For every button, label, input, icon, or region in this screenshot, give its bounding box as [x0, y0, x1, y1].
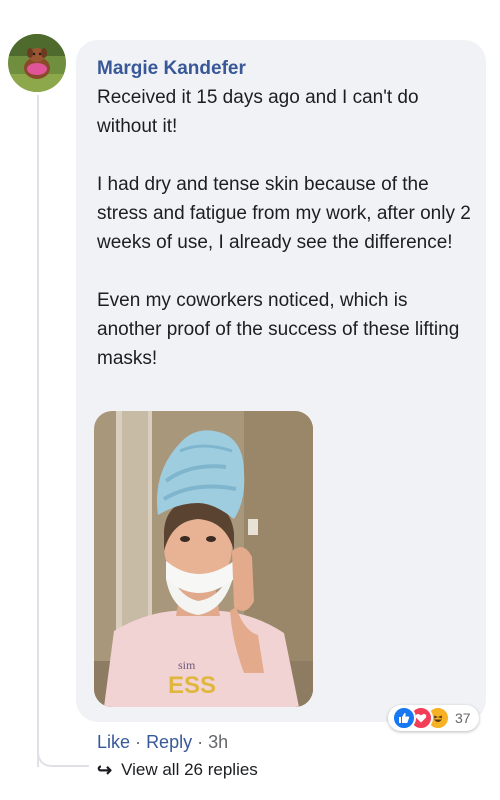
comment-photo[interactable]: sim ESS — [94, 411, 313, 707]
reply-button[interactable]: Reply — [146, 732, 192, 752]
comment-paragraph: I had dry and tense skin because of the … — [97, 174, 471, 253]
avatar[interactable] — [8, 34, 66, 92]
shirt-text: ESS — [168, 672, 216, 699]
thread-connector — [37, 737, 89, 767]
comment-author-name[interactable]: Margie Kandefer — [97, 58, 246, 80]
view-replies-label: View all 26 replies — [121, 760, 258, 779]
view-replies-link[interactable]: ↪ View all 26 replies — [97, 759, 258, 781]
comment-timestamp[interactable]: 3h — [208, 732, 228, 752]
like-button[interactable]: Like — [97, 732, 130, 752]
reaction-count: 37 — [455, 710, 471, 726]
shirt-text: sim — [178, 658, 196, 672]
reply-arrow-icon: ↪ — [97, 760, 113, 780]
separator-dot: · — [197, 732, 204, 752]
comment-body: Received it 15 days ago and I can't do w… — [97, 83, 472, 373]
thread-line — [37, 95, 39, 767]
like-icon — [392, 706, 416, 730]
comment-paragraph: Received it 15 days ago and I can't do w… — [97, 87, 419, 137]
separator-dot: · — [135, 732, 142, 752]
comment-paragraph: Even my coworkers noticed, which is anot… — [97, 290, 460, 369]
comment-actions: Like · Reply · 3h — [97, 730, 228, 754]
comment-thread: Margie Kandefer Received it 15 days ago … — [0, 0, 500, 800]
reaction-summary[interactable]: 37 — [388, 705, 479, 731]
